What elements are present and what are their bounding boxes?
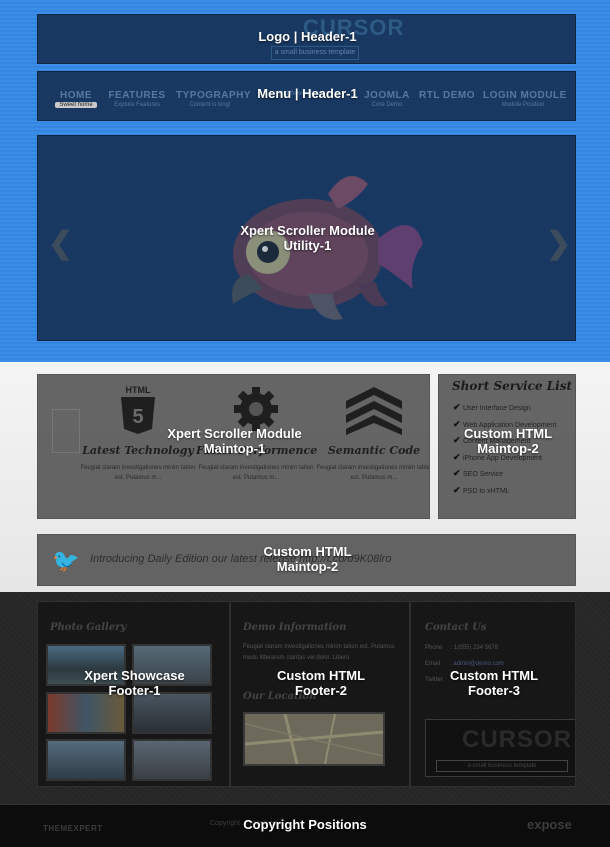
contact-email[interactable]: Email : admin@demo.com [425,661,504,667]
gallery-thumb[interactable] [46,692,126,734]
service-list-title: Short Service List [452,379,573,393]
footer-logo[interactable]: CURSOR a small business template [425,719,575,777]
footer2-overlay-line2: Footer-2 [295,683,347,698]
footer3-position: Contact Us Phone : 1(555) 234 5678 Email… [410,601,576,787]
gallery-thumb[interactable] [132,692,212,734]
twitter-overlay-line2: Maintop-2 [276,559,339,574]
site-tagline: a small business template [271,46,359,60]
location-map[interactable] [243,712,385,766]
list-item: ✔ SEO Service [453,468,504,478]
footer1-overlay-line2: Footer-1 [108,683,161,698]
check-icon: ✔ [453,484,461,495]
gallery-thumb[interactable] [132,739,212,781]
maintop2-twitter-position: 🐦 Introducing Daily Edition our latest r… [37,534,576,586]
map-graphic [244,713,384,765]
footer1-position: Photo Gallery Xpert Showcase Footer-1 [37,601,230,787]
gallery-thumb[interactable] [46,739,126,781]
footer3-overlay-line2: Footer-3 [468,683,520,698]
list-item: ✔ User Interface Design [453,402,531,412]
copyright-band: THEMEXPERT Copyright ... reserved. expos… [0,804,610,847]
photo-gallery-title: Photo Gallery [50,622,127,633]
footer3-overlay-line1: Custom HTML [449,668,539,683]
logo-position: CURSOR a small business template Logo | … [37,14,576,64]
footer2-overlay-line1: Custom HTML [276,668,366,683]
footer2-position: Demo Information Feugiat claram investig… [230,601,410,787]
maintop1-overlay-line2: Maintop-1 [203,441,266,456]
utility-overlay-line2: Utility-1 [283,238,332,253]
maintop2-overlay-line2: Maintop-2 [477,441,539,456]
footer1-overlay-line1: Xpert Showcase [84,668,185,683]
check-icon: ✔ [453,402,461,412]
contact-us-title: Contact Us [425,622,487,633]
utility-slider-position: ❮ ❯ Xpert Scroller Module Utility-1 [37,135,576,341]
contact-phone: Phone : 1(555) 234 5678 [425,645,499,651]
check-icon: ✔ [453,468,461,478]
logo-overlay-label: Logo | Header-1 [258,29,357,44]
copyright-overlay-label: Copyright Positions [243,817,367,832]
maintop1-position: HTML 5 Latest Technology Feugiat claram … [37,374,430,519]
svg-text:5: 5 [132,406,143,428]
menu-position: HOME Sweet home FEATURES Explore Feature… [37,71,576,121]
utility-overlay-line1: Xpert Scroller Module [240,223,375,238]
maintop2-service-list-position: Short Service List ✔ User Interface Desig… [438,374,576,519]
list-item: ✔ PSD to xHTML [453,484,510,495]
maintop1-overlay-line1: Xpert Scroller Module [167,426,302,441]
svg-text:HTML: HTML [126,385,151,395]
menu-overlay-label: Menu | Header-1 [257,86,358,101]
maintop2-overlay-line1: Custom HTML [463,426,553,441]
demo-information-title: Demo Information [243,622,347,633]
twitter-overlay-line1: Custom HTML [263,544,352,559]
demo-information-text: Feugiat claram investigationes minim tat… [243,644,395,661]
